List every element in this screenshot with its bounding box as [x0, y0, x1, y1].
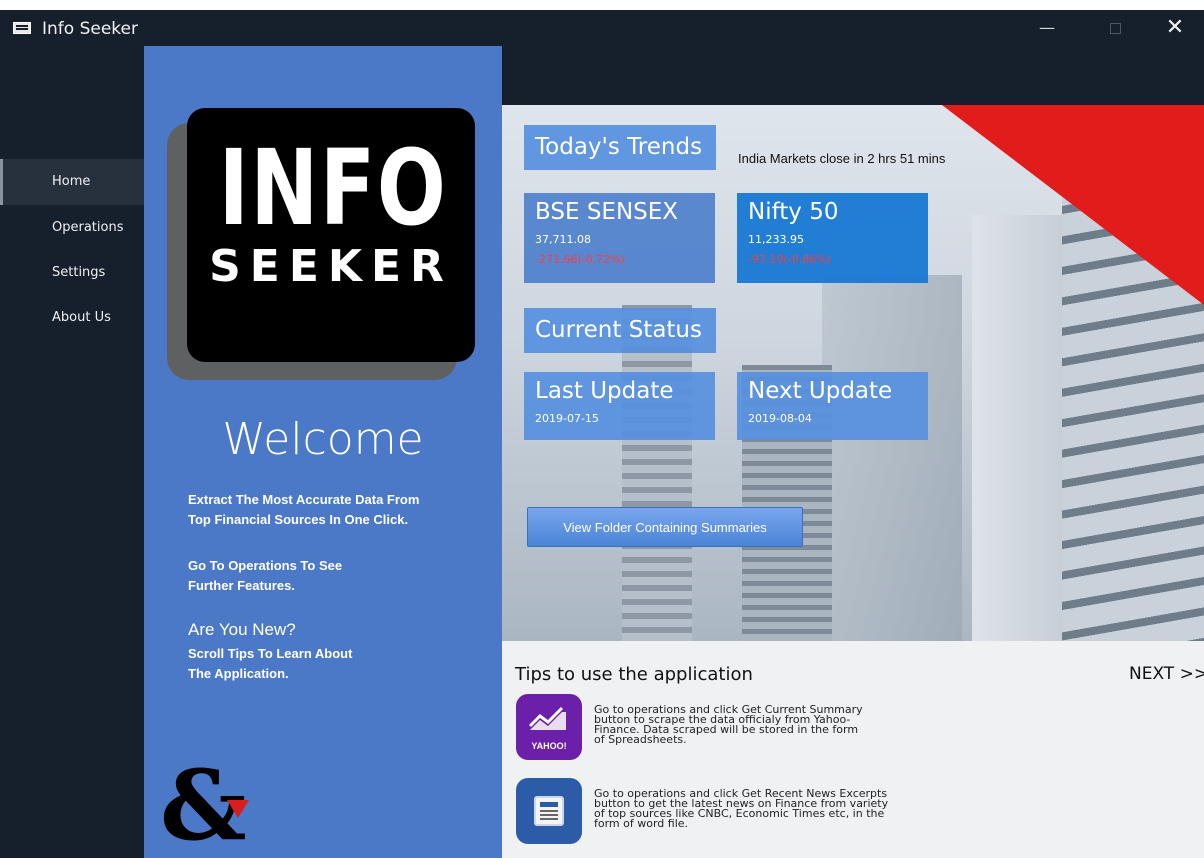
close-button[interactable]: ✕ — [1152, 10, 1198, 46]
tagline-line-1: Extract The Most Accurate Data From — [188, 492, 420, 507]
nifty-title: Nifty 50 — [748, 199, 839, 225]
view-summaries-folder-button[interactable]: View Folder Containing Summaries — [527, 507, 803, 547]
last-update-value: 2019-07-15 — [535, 412, 599, 425]
dashboard-hero: Today's Trends India Markets close in 2 … — [502, 105, 1204, 641]
operations-hint-line-2: Further Features. — [188, 578, 295, 593]
red-accent-shape — [942, 105, 1204, 305]
sidebar-item-operations[interactable]: Operations — [0, 205, 144, 251]
app-window: Info Seeker — ✕ Home Operations Settings… — [0, 10, 1204, 858]
maximize-icon — [1109, 23, 1121, 34]
sensex-value: 37,711.08 — [535, 233, 591, 246]
tagline-line-2: Top Financial Sources In One Click. — [188, 512, 409, 527]
logo-line-1: INFO — [218, 127, 448, 249]
welcome-panel: INFO SEEKER Welcome Extract The Most Acc… — [144, 46, 502, 858]
brand-red-triangle — [227, 800, 249, 818]
new-user-line-1: Scroll Tips To Learn About — [188, 646, 353, 661]
market-close-note: India Markets close in 2 hrs 51 mins — [738, 151, 946, 166]
operations-hint-line-1: Go To Operations To See — [188, 558, 343, 573]
window-title: Info Seeker — [42, 19, 138, 39]
background-building — [822, 275, 962, 641]
tip-line: form of word file. — [594, 817, 689, 830]
next-update-title: Next Update — [748, 378, 893, 404]
tip-line: of Spreadsheets. — [594, 733, 687, 746]
chart-trend-icon — [528, 706, 566, 730]
news-icon — [516, 778, 582, 844]
info-seeker-logo: INFO SEEKER — [187, 108, 475, 362]
sensex-title: BSE SENSEX — [535, 199, 679, 225]
app-icon — [13, 22, 31, 34]
tip-text-yahoo: Go to operations and click Get Current S… — [594, 704, 924, 746]
logo-line-2: SEEKER — [209, 241, 453, 292]
background-building — [622, 305, 692, 641]
sidebar-item-settings[interactable]: Settings — [0, 250, 144, 296]
sensex-card: BSE SENSEX 37,711.08 -271.66(-0.72%) — [524, 193, 715, 283]
yahoo-finance-icon: YAHOO! — [516, 694, 582, 760]
tips-title: Tips to use the application — [515, 664, 753, 685]
next-update-card: Next Update 2019-08-04 — [737, 372, 928, 440]
sidebar-item-home[interactable]: Home — [0, 159, 144, 205]
minimize-button[interactable]: — — [1024, 10, 1070, 46]
new-user-heading: Are You New? — [188, 620, 296, 639]
sidebar-item-about-us[interactable]: About Us — [0, 295, 144, 341]
nifty-card: Nifty 50 11,233.95 -97.10(-0.86%) — [737, 193, 928, 283]
title-bar: Info Seeker — ✕ — [0, 10, 1204, 46]
sensex-change: -271.66(-0.72%) — [535, 253, 625, 266]
newspaper-icon — [534, 796, 564, 826]
tip-text-news: Go to operations and click Get Recent Ne… — [594, 788, 924, 830]
nifty-value: 11,233.95 — [748, 233, 804, 246]
tips-panel: Tips to use the application NEXT >> YAHO… — [502, 641, 1204, 858]
welcome-heading: Welcome — [222, 414, 424, 465]
maximize-button[interactable] — [1092, 10, 1138, 46]
sidebar: Home Operations Settings About Us — [0, 46, 144, 858]
nifty-change: -97.10(-0.86%) — [748, 253, 831, 266]
yahoo-badge: YAHOO! — [531, 741, 567, 751]
last-update-title: Last Update — [535, 378, 674, 404]
next-update-value: 2019-08-04 — [748, 412, 812, 425]
last-update-card: Last Update 2019-07-15 — [524, 372, 715, 440]
current-status-heading: Current Status — [524, 308, 716, 353]
next-tip-button[interactable]: NEXT >> — [1129, 664, 1204, 684]
new-user-line-2: The Application. — [188, 666, 289, 681]
todays-trends-heading: Today's Trends — [524, 125, 716, 170]
